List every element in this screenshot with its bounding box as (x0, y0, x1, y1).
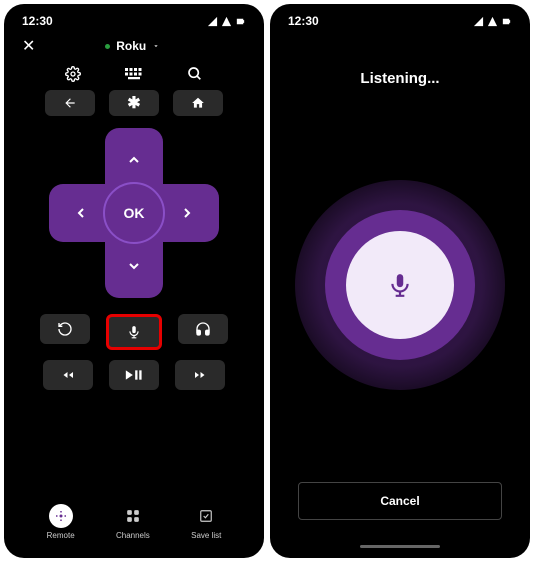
mic-button[interactable] (106, 314, 162, 350)
savelist-icon (194, 504, 218, 528)
nav-channels[interactable]: Channels (116, 504, 150, 540)
cancel-button[interactable]: Cancel (298, 482, 502, 520)
back-button[interactable] (45, 90, 95, 116)
gear-icon[interactable] (65, 66, 81, 82)
dpad: OK (49, 128, 219, 298)
status-bar: 12:30 (274, 8, 526, 30)
close-icon[interactable]: ✕ (22, 36, 35, 56)
nav-savelist-label: Save list (191, 531, 221, 540)
nav-remote[interactable]: Remote (47, 504, 75, 540)
asterisk-icon: ✱ (127, 93, 140, 113)
chevron-down-icon (152, 42, 160, 50)
play-pause-icon (124, 368, 144, 382)
nav-remote-label: Remote (47, 531, 75, 540)
nav-bar-handle (360, 545, 440, 548)
ok-label: OK (124, 205, 145, 221)
chevron-right-icon (179, 205, 195, 221)
listening-screen: 12:30 Listening... Cancel (270, 4, 530, 558)
status-dot-icon (105, 44, 110, 49)
listening-title: Listening... (274, 70, 526, 87)
status-time: 12:30 (22, 14, 53, 28)
chevron-left-icon (73, 205, 89, 221)
rewind-icon (59, 369, 77, 381)
microphone-icon (387, 270, 413, 300)
home-icon (190, 96, 206, 110)
rewind-button[interactable] (43, 360, 93, 390)
replay-icon (57, 321, 73, 337)
keyboard-icon[interactable] (125, 66, 143, 82)
options-button[interactable]: ✱ (109, 90, 159, 116)
chevron-up-icon (126, 152, 142, 168)
home-button[interactable] (173, 90, 223, 116)
remote-screen: 12:30 ✕ Roku (4, 4, 264, 558)
play-pause-button[interactable] (109, 360, 159, 390)
chevron-down-icon (126, 258, 142, 274)
microphone-icon (127, 324, 141, 340)
status-icons (473, 16, 512, 27)
status-time: 12:30 (288, 14, 319, 28)
grid-icon (121, 504, 145, 528)
headphones-button[interactable] (178, 314, 228, 344)
device-title[interactable]: Roku (105, 39, 160, 53)
replay-button[interactable] (40, 314, 90, 344)
status-bar: 12:30 (8, 8, 260, 30)
nav-channels-label: Channels (116, 531, 150, 540)
nav-savelist[interactable]: Save list (191, 504, 221, 540)
fast-forward-icon (191, 369, 209, 381)
cancel-label: Cancel (380, 494, 419, 508)
back-arrow-icon (62, 96, 78, 110)
headphones-icon (195, 321, 211, 337)
remote-icon (49, 504, 73, 528)
fast-forward-button[interactable] (175, 360, 225, 390)
device-name-label: Roku (116, 39, 146, 53)
listening-orb (274, 87, 526, 482)
status-icons (207, 16, 246, 27)
search-icon[interactable] (187, 66, 203, 82)
ok-button[interactable]: OK (103, 182, 165, 244)
